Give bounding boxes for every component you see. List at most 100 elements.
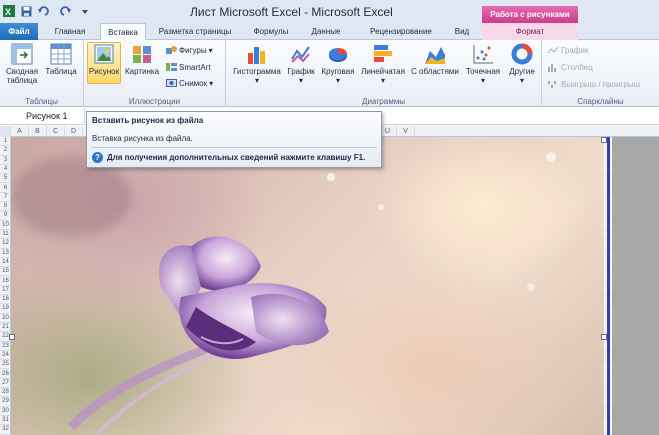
row-header-31[interactable]: 31: [0, 416, 11, 426]
column-chart-button[interactable]: Гистограмма ▾: [229, 43, 285, 85]
undo-icon[interactable]: [36, 4, 52, 18]
other-charts-label: Другие: [509, 67, 535, 76]
row-header-14[interactable]: 14: [0, 258, 11, 268]
row-header-4[interactable]: 4: [0, 165, 11, 175]
tooltip-help: ? Для получения дополнительных сведений н…: [92, 152, 365, 163]
save-icon[interactable]: [20, 4, 32, 18]
row-header-16[interactable]: 16: [0, 277, 11, 286]
customize-toolbar-icon[interactable]: [80, 4, 90, 18]
row-header-17[interactable]: 17: [0, 286, 11, 296]
pie-chart-button[interactable]: Круговая ▾: [318, 43, 358, 85]
dropdown-arrow-icon: ▾: [298, 76, 303, 85]
row-header-23[interactable]: 23: [0, 342, 11, 351]
row-header-12[interactable]: 12: [0, 239, 11, 249]
other-charts-button[interactable]: Другие ▾: [506, 43, 538, 85]
area-chart-label: С областями: [411, 67, 459, 76]
group-tables: Сводная таблица Таблица Таблицы: [0, 40, 84, 107]
flower-photo: [11, 152, 556, 435]
row-header-29[interactable]: 29: [0, 397, 11, 407]
screenshot-button[interactable]: Снимок ▾: [166, 78, 213, 88]
tab-page-layout[interactable]: Разметка страницы: [150, 23, 240, 40]
shapes-label: Фигуры: [179, 45, 207, 55]
column-header-b[interactable]: B: [29, 126, 47, 137]
row-header-26[interactable]: 26: [0, 370, 11, 379]
dropdown-arrow-icon: ▾: [519, 76, 524, 85]
sparkline-column-button[interactable]: Столбец: [548, 63, 593, 72]
scatter-chart-button[interactable]: Точечная ▾: [462, 43, 504, 85]
column-header-v[interactable]: V: [397, 126, 415, 137]
row-header-19[interactable]: 19: [0, 304, 11, 314]
picture-icon: [93, 43, 115, 65]
row-header-28[interactable]: 28: [0, 388, 11, 398]
tab-insert[interactable]: Вставка: [100, 23, 146, 41]
column-header-a[interactable]: A: [11, 126, 29, 137]
row-header-9[interactable]: 9: [0, 211, 11, 221]
row-header-27[interactable]: 27: [0, 379, 11, 389]
excel-logo-icon[interactable]: X: [3, 4, 15, 18]
picture-selection-border: [607, 137, 610, 435]
sparkline-line-label: График: [561, 46, 589, 55]
row-header-2[interactable]: 2: [0, 146, 11, 156]
column-chart-icon: [246, 43, 268, 65]
tab-data[interactable]: Данные: [304, 23, 348, 40]
table-button[interactable]: Таблица: [42, 43, 80, 76]
row-header-1[interactable]: 1: [0, 137, 11, 147]
group-sparklines: График Столбец Выигрыш / проигрыш Спаркл…: [542, 40, 659, 107]
row-header-32[interactable]: 32: [0, 425, 11, 435]
tab-home[interactable]: Главная: [44, 23, 96, 40]
row-header-5[interactable]: 5: [0, 174, 11, 184]
tab-review[interactable]: Рецензирование: [358, 23, 444, 40]
screenshot-label: Снимок: [179, 78, 208, 88]
bar-chart-button[interactable]: Линейчатая ▾: [358, 43, 408, 85]
inserted-picture-flower[interactable]: [11, 137, 604, 435]
row-header-18[interactable]: 18: [0, 295, 11, 305]
column-header-d[interactable]: D: [65, 126, 83, 137]
row-header-11[interactable]: 11: [0, 230, 11, 240]
scatter-chart-label: Точечная: [465, 67, 501, 76]
title-bar: X Лист Microsoft Excel - Microsoft Excel…: [0, 0, 659, 23]
smartart-label: SmartArt: [179, 62, 211, 72]
line-chart-button[interactable]: График ▾: [285, 43, 317, 85]
picture-label: Рисунок: [88, 67, 120, 76]
pivot-table-button[interactable]: Сводная таблица: [2, 43, 42, 85]
shapes-button[interactable]: Фигуры ▾: [166, 45, 213, 55]
group-illustrations: Рисунок Картинка Фигуры ▾ SmartArt Снимок…: [84, 40, 226, 107]
row-header-7[interactable]: 7: [0, 193, 11, 203]
resize-handle-right[interactable]: [601, 334, 607, 340]
pie-chart-label: Круговая: [321, 67, 355, 76]
line-chart-icon: [290, 43, 312, 65]
row-header-8[interactable]: 8: [0, 202, 11, 212]
redo-icon[interactable]: [58, 4, 74, 18]
area-chart-button[interactable]: С областями: [410, 43, 460, 76]
tab-format[interactable]: Формат: [482, 23, 578, 40]
tab-formulas[interactable]: Формулы: [246, 23, 296, 40]
row-header-13[interactable]: 13: [0, 249, 11, 258]
row-header-20[interactable]: 20: [0, 314, 11, 323]
clip-art-icon: [131, 43, 153, 65]
sparkline-line-button[interactable]: График: [548, 46, 588, 55]
row-header-6[interactable]: 6: [0, 184, 11, 193]
help-icon: ?: [92, 152, 103, 163]
smartart-button[interactable]: SmartArt: [166, 62, 211, 72]
row-header-15[interactable]: 15: [0, 267, 11, 277]
insert-picture-button[interactable]: Рисунок: [87, 42, 121, 84]
row-header-21[interactable]: 21: [0, 323, 11, 333]
select-all-corner[interactable]: [0, 126, 11, 137]
column-header-c[interactable]: C: [47, 126, 65, 137]
tab-view[interactable]: Вид: [448, 23, 476, 40]
doughnut-chart-icon: [511, 43, 533, 65]
row-header-10[interactable]: 10: [0, 221, 11, 230]
clip-art-button[interactable]: Картинка: [123, 43, 161, 76]
row-header-24[interactable]: 24: [0, 351, 11, 361]
scatter-chart-icon: [472, 43, 494, 65]
resize-handle-left[interactable]: [9, 334, 15, 340]
column-chart-label: Гистограмма: [233, 67, 281, 76]
row-header-3[interactable]: 3: [0, 156, 11, 165]
row-header-30[interactable]: 30: [0, 407, 11, 416]
tab-file[interactable]: Файл: [0, 23, 38, 40]
svg-text:X: X: [5, 7, 11, 17]
name-box[interactable]: Рисунок 1: [0, 108, 85, 124]
resize-handle-top-right[interactable]: [601, 137, 607, 143]
sparkline-winloss-button[interactable]: Выигрыш / проигрыш: [548, 80, 640, 89]
row-header-25[interactable]: 25: [0, 360, 11, 370]
